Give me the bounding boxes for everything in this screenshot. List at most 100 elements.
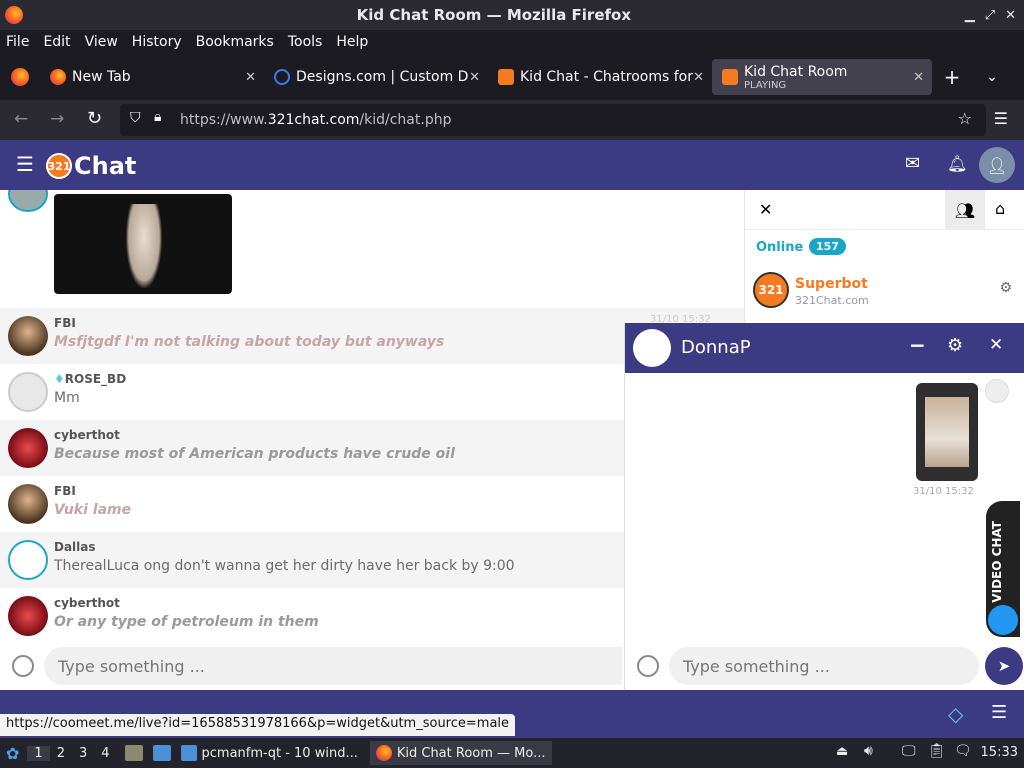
tab-label: New Tab: [72, 69, 131, 85]
notification-icon[interactable]: 🗨︎: [954, 743, 972, 759]
message-username[interactable]: FBI: [54, 484, 76, 498]
minimize-icon[interactable]: ▁: [965, 8, 975, 23]
user-avatar-icon[interactable]: 👤︎: [979, 147, 1015, 183]
workspace-2[interactable]: 2: [50, 746, 72, 761]
menu-help[interactable]: Help: [336, 34, 368, 50]
hamburger-menu-icon[interactable]: ☰: [16, 152, 34, 176]
close-tab-icon[interactable]: ✕: [913, 70, 924, 85]
online-label: Online: [756, 240, 804, 255]
pm-image-message[interactable]: [916, 383, 978, 481]
close-pm-icon[interactable]: ✕: [989, 335, 1003, 355]
emoji-icon[interactable]: [12, 655, 34, 677]
tab-new-tab[interactable]: New Tab ✕: [40, 59, 264, 95]
pm-message-input[interactable]: [669, 647, 979, 685]
firefox-icon: [5, 6, 23, 24]
app-menu-icon[interactable]: ☰: [994, 109, 1008, 128]
avatar[interactable]: [8, 372, 48, 412]
forward-arrow-icon[interactable]: →: [50, 109, 64, 129]
menu-bookmarks[interactable]: Bookmarks: [196, 34, 274, 50]
avatar[interactable]: [8, 484, 48, 524]
emoji-icon[interactable]: [637, 655, 659, 677]
list-tabs-chevron-icon[interactable]: ⌄: [972, 69, 1012, 85]
bell-icon[interactable]: 🔔︎: [947, 154, 967, 173]
tab-label: Designs.com | Custom D: [296, 69, 469, 85]
new-tab-plus-icon[interactable]: +: [932, 65, 972, 89]
private-chat-window: DonnaP − ⚙ ✕ 31/10 15:32 VIDEO CHAT ➤: [624, 323, 1024, 690]
pm-message-time: 31/10 15:32: [913, 486, 974, 497]
menu-edit[interactable]: Edit: [43, 34, 70, 50]
envelope-icon[interactable]: ✉: [905, 153, 920, 174]
avatar[interactable]: [8, 190, 48, 212]
workspace-4[interactable]: 4: [94, 746, 116, 761]
message-text: TherealLuca ong don't wanna get her dirt…: [54, 558, 515, 574]
private-chat-header: DonnaP − ⚙ ✕: [625, 323, 1024, 373]
main-message-input[interactable]: [44, 647, 622, 685]
firefox-view-button[interactable]: [0, 68, 40, 86]
message-text: Or any type of petroleum in them: [54, 614, 319, 630]
superbot-name[interactable]: Superbot: [795, 276, 868, 292]
workspace-3[interactable]: 3: [72, 746, 94, 761]
maximize-icon[interactable]: ⤢: [985, 8, 995, 23]
menu-file[interactable]: File: [6, 34, 29, 50]
video-chat-button[interactable]: VIDEO CHAT: [986, 501, 1020, 637]
gear-icon[interactable]: ⚙: [947, 335, 963, 356]
tab-label: Kid Chat Room: [744, 63, 848, 80]
clipboard-icon[interactable]: 📋︎: [928, 743, 946, 759]
bookmark-star-icon[interactable]: ☆: [958, 109, 972, 128]
menu-history[interactable]: History: [132, 34, 182, 50]
monitor-icon[interactable]: 🖵︎: [902, 743, 916, 759]
close-tab-icon[interactable]: ✕: [469, 70, 480, 85]
site-logo[interactable]: 321 Chat: [46, 152, 136, 180]
start-menu-icon[interactable]: ✿: [6, 744, 19, 763]
volume-icon[interactable]: 🔊︎: [864, 743, 873, 759]
shield-icon[interactable]: ⛉: [130, 110, 141, 126]
tab-kid-chat[interactable]: Kid Chat - Chatrooms for ✕: [488, 59, 712, 95]
send-icon[interactable]: ➤: [985, 647, 1023, 685]
tab-kid-chat-room[interactable]: Kid Chat Room PLAYING ✕: [712, 59, 932, 95]
superbot-avatar[interactable]: 321: [753, 272, 789, 308]
menu-tools[interactable]: Tools: [288, 34, 323, 50]
diamond-icon[interactable]: ◇: [948, 702, 963, 726]
link-status-url: https://coomeet.me/live?id=1658853197816…: [0, 714, 516, 736]
home-icon[interactable]: ⌂: [995, 199, 1005, 218]
users-group-icon[interactable]: 👥︎: [945, 190, 985, 230]
avatar[interactable]: [8, 596, 48, 636]
avatar[interactable]: [8, 316, 48, 356]
task-firefox[interactable]: Kid Chat Room — Mo...: [369, 741, 552, 765]
task-pcmanfm[interactable]: pcmanfm-qt - 10 wind...: [180, 745, 358, 761]
upload-icon[interactable]: ⏏: [836, 744, 848, 759]
pm-input-row: ➤: [625, 642, 1024, 690]
navigation-bar: ← → ↻ ⛉ 🔒︎ https://www.321chat.com/kid/c…: [0, 100, 1024, 140]
avatar[interactable]: [8, 540, 48, 580]
diamond-icon: ♦: [54, 372, 65, 386]
close-window-icon[interactable]: ✕: [1005, 8, 1016, 23]
lock-icon[interactable]: 🔒︎: [154, 109, 161, 125]
url-text[interactable]: https://www.321chat.com/kid/chat.php: [180, 112, 451, 128]
file-manager-icon[interactable]: [124, 745, 143, 761]
desktop-icon[interactable]: [152, 745, 171, 761]
reload-icon[interactable]: ↻: [87, 108, 102, 129]
close-tab-icon[interactable]: ✕: [693, 70, 704, 85]
url-bar[interactable]: ⛉ 🔒︎ https://www.321chat.com/kid/chat.ph…: [120, 104, 986, 136]
avatar[interactable]: [8, 428, 48, 468]
close-tab-icon[interactable]: ✕: [245, 70, 256, 85]
close-panel-icon[interactable]: ✕: [759, 200, 772, 219]
message-username[interactable]: cyberthot: [54, 428, 120, 442]
shared-image[interactable]: [54, 194, 232, 294]
minimize-pm-icon[interactable]: −: [909, 333, 926, 357]
footer-menu-icon[interactable]: ☰: [991, 702, 1007, 723]
message-username[interactable]: Dallas: [54, 540, 96, 554]
tab-bar: New Tab ✕ Designs.com | Custom D ✕ Kid C…: [0, 54, 1024, 100]
pm-username[interactable]: DonnaP: [681, 337, 751, 358]
workspace-1[interactable]: 1: [27, 745, 50, 761]
message-username[interactable]: cyberthot: [54, 596, 120, 610]
message-text: Because most of American products have c…: [54, 446, 455, 462]
menu-bar: File Edit View History Bookmarks Tools H…: [0, 30, 1024, 54]
message-username[interactable]: ♦ROSE_BD: [54, 372, 126, 386]
menu-view[interactable]: View: [85, 34, 118, 50]
message-username[interactable]: FBI: [54, 316, 76, 330]
tab-designs[interactable]: Designs.com | Custom D ✕: [264, 59, 488, 95]
back-arrow-icon[interactable]: ←: [14, 109, 28, 129]
pm-avatar[interactable]: [633, 329, 671, 367]
shared-photo[interactable]: [925, 397, 969, 467]
